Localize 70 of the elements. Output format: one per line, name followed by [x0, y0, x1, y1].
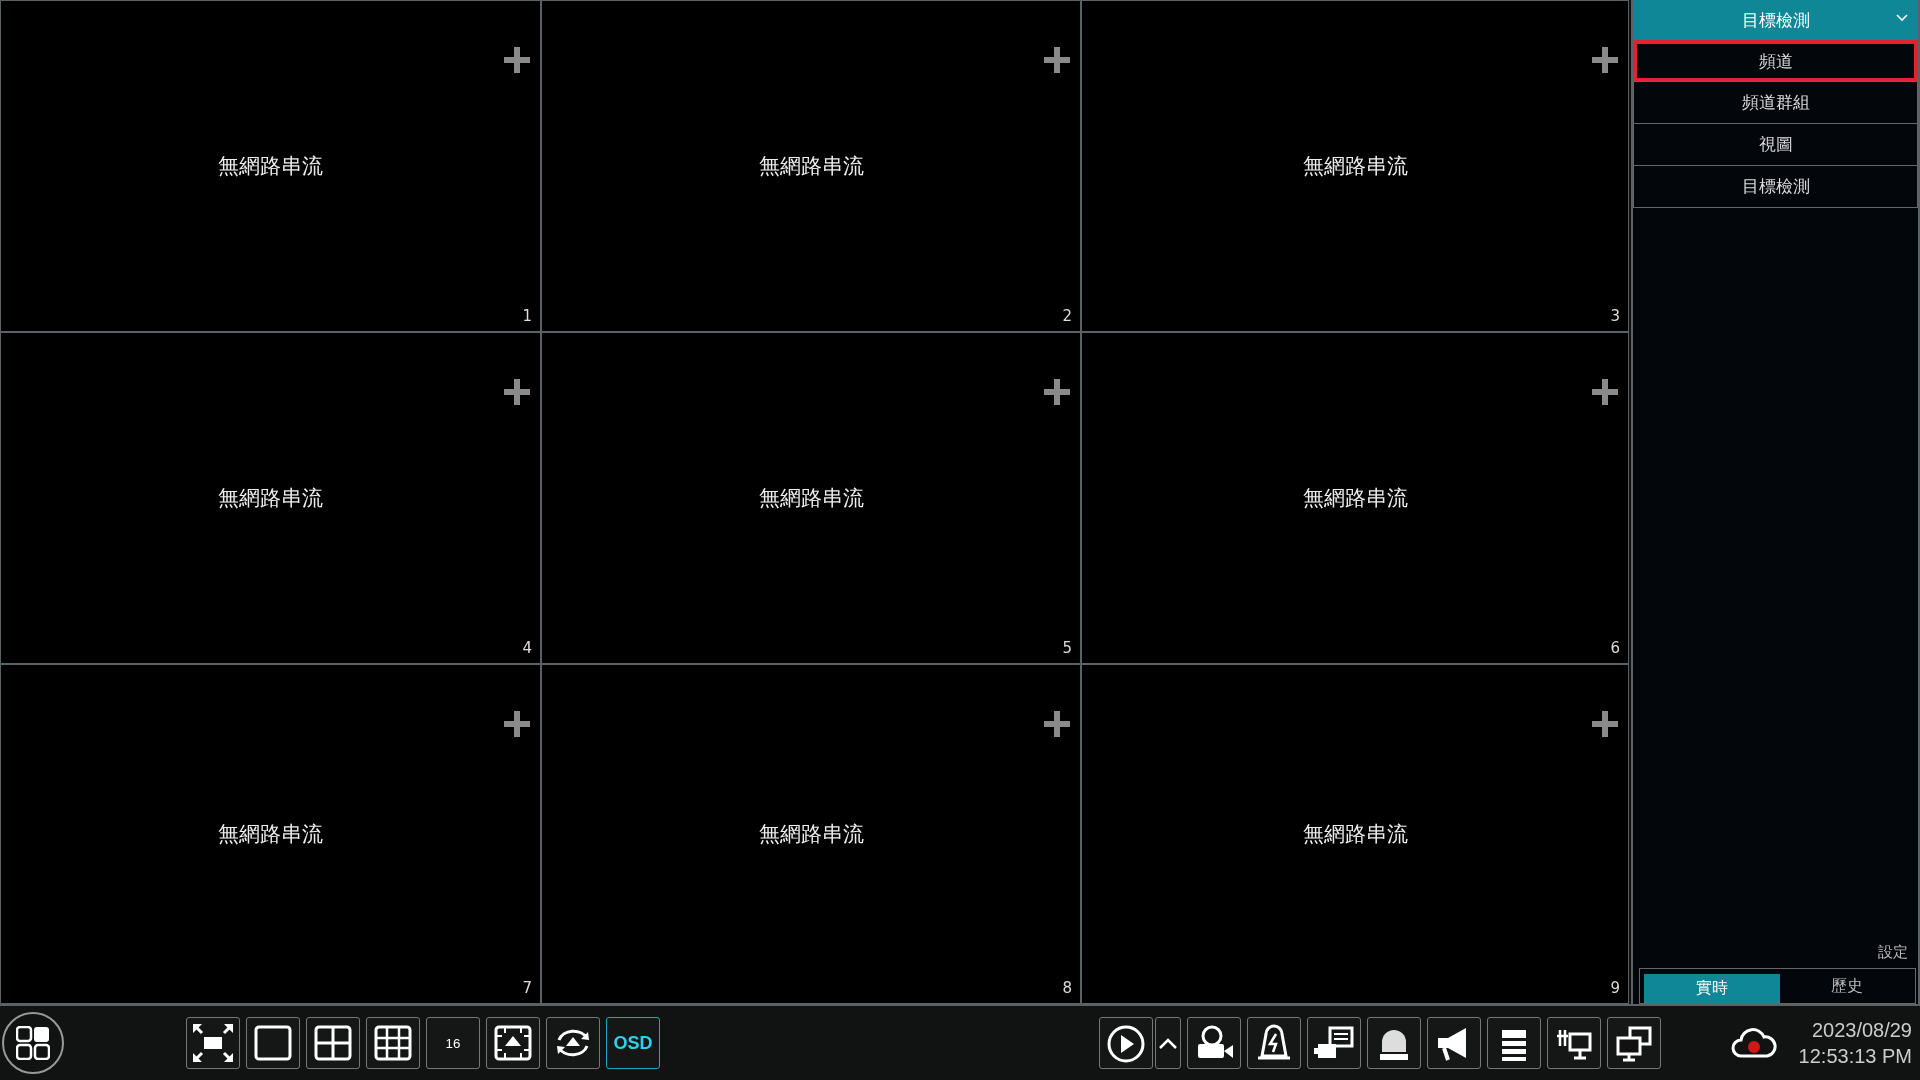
video-tile[interactable]: 無網路串流 3: [1082, 1, 1628, 331]
caret-icon: [1158, 1037, 1177, 1049]
channel-number: 7: [522, 979, 532, 997]
channel-number: 4: [522, 639, 532, 657]
no-stream-text: 無網路串流: [758, 485, 864, 512]
no-stream-text: 無網路串流: [1302, 153, 1408, 180]
dropdown-option[interactable]: 頻道: [1633, 40, 1918, 82]
toolbar-button[interactable]: [1606, 1017, 1661, 1069]
toolbar-button[interactable]: [1186, 1017, 1241, 1069]
no-stream-text: 無網路串流: [218, 485, 323, 512]
toolbar-button[interactable]: [486, 1017, 540, 1069]
no-stream-text: 無網路串流: [218, 821, 323, 848]
add-icon: [1044, 379, 1070, 405]
tab[interactable]: 實時: [1644, 974, 1780, 1003]
no-stream-text: 無網路串流: [1302, 485, 1408, 512]
tab[interactable]: 歷史: [1779, 969, 1915, 1003]
menu-button[interactable]: [2, 1012, 64, 1074]
video-tile[interactable]: 無網路串流 8: [542, 665, 1080, 1003]
add-icon: [1592, 47, 1618, 73]
time-text: 12:53:13 PM: [1798, 1044, 1912, 1069]
chevron-icon: [1896, 14, 1908, 22]
toolbar-button[interactable]: [1546, 1017, 1601, 1069]
toolbar-button[interactable]: [1486, 1017, 1541, 1069]
add-icon: [504, 47, 530, 73]
channel-number: 3: [1610, 307, 1620, 325]
video-tile[interactable]: 無網路串流 4: [1, 333, 540, 663]
channel-number: 9: [1610, 979, 1620, 997]
toolbar-button[interactable]: [306, 1017, 360, 1069]
add-icon: [504, 379, 530, 405]
add-icon: [504, 711, 530, 737]
video-tile[interactable]: 無網路串流 5: [542, 333, 1080, 663]
toolbar-button[interactable]: [1246, 1017, 1301, 1069]
date-text: 2023/08/29: [1811, 1018, 1912, 1043]
dropdown-option[interactable]: 目標檢測: [1634, 165, 1917, 207]
toolbar-button[interactable]: [186, 1017, 240, 1069]
toolbar-button[interactable]: [1098, 1017, 1153, 1069]
add-icon: [1044, 47, 1070, 73]
no-stream-text: 無網路串流: [1302, 821, 1408, 848]
channel-number: 6: [1610, 639, 1620, 657]
toolbar-button[interactable]: [1426, 1017, 1481, 1069]
dropdown-option[interactable]: 頻道群組: [1634, 81, 1917, 123]
video-tile[interactable]: 無網路串流 2: [542, 1, 1080, 331]
no-stream-text: 無網路串流: [218, 153, 323, 180]
sixteen-view-button[interactable]: 16: [426, 1017, 480, 1069]
cloud-icon: [1730, 1026, 1777, 1060]
no-stream-text: 無網路串流: [758, 153, 864, 180]
fullscreen-icon: [191, 1022, 235, 1064]
add-icon: [1044, 711, 1070, 737]
toolbar-button[interactable]: [1154, 1017, 1181, 1069]
dropdown[interactable]: 目標檢測: [1633, 0, 1918, 40]
no-stream-text: 無網路串流: [758, 821, 864, 848]
channel-number: 8: [1062, 979, 1072, 997]
toolbar-button[interactable]: [246, 1017, 300, 1069]
grid-menu-icon: [16, 1026, 50, 1060]
add-icon: [1592, 711, 1618, 737]
video-tile[interactable]: 無網路串流 6: [1082, 333, 1628, 663]
channel-number: 2: [1062, 307, 1072, 325]
video-tile[interactable]: 無網路串流 1: [1, 1, 540, 331]
toolbar-button[interactable]: [546, 1017, 600, 1069]
video-tile[interactable]: 無網路串流 9: [1082, 665, 1628, 1003]
toolbar-button[interactable]: [366, 1017, 420, 1069]
toolbar-button[interactable]: [1366, 1017, 1421, 1069]
osd-button[interactable]: OSD: [606, 1017, 660, 1069]
settings-link[interactable]: 設定: [1878, 943, 1908, 962]
video-tile[interactable]: 無網路串流 7: [1, 665, 540, 1003]
channel-number: 5: [1062, 639, 1072, 657]
toolbar-button[interactable]: [1306, 1017, 1361, 1069]
dropdown-option[interactable]: 視圖: [1634, 123, 1917, 165]
channel-number: 1: [522, 307, 532, 325]
add-icon: [1592, 379, 1618, 405]
